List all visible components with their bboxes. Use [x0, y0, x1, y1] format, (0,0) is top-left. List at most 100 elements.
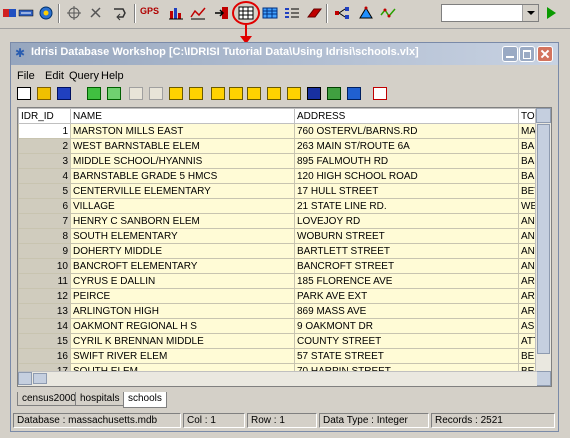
table-row[interactable]: 13 ARLINGTON HIGH 869 MASS AVE ARL: [18, 303, 547, 319]
table-cell[interactable]: BANCROFT ELEMENTARY: [70, 258, 295, 274]
table-cell[interactable]: LOVEJOY RD: [294, 213, 519, 229]
table-cell[interactable]: DOHERTY MIDDLE: [70, 243, 295, 259]
table-cell[interactable]: 16: [18, 348, 71, 364]
insert-record-icon[interactable]: [211, 87, 225, 100]
table-cell[interactable]: CYRIL K BRENNAN MIDDLE: [70, 333, 295, 349]
table-cell[interactable]: MIDDLE SCHOOL/HYANNIS: [70, 153, 295, 169]
column-header[interactable]: NAME: [70, 108, 295, 124]
table-cell[interactable]: 869 MASS AVE: [294, 303, 519, 319]
table-cell[interactable]: ARLINGTON HIGH: [70, 303, 295, 319]
table-row[interactable]: 6 VILLAGE 21 STATE LINE RD. WES: [18, 198, 547, 214]
scroll-down-icon[interactable]: [536, 371, 551, 386]
table-row[interactable]: 14 OAKMONT REGIONAL H S9 OAKMONT DR ASH: [18, 318, 547, 334]
save-icon[interactable]: [57, 87, 71, 100]
column-header[interactable]: ADDRESS: [294, 108, 519, 124]
post-edit-icon[interactable]: [247, 87, 261, 100]
table-row[interactable]: 8 SOUTH ELEMENTARY WOBURN STREET AND: [18, 228, 547, 244]
table-cell[interactable]: 6: [18, 198, 71, 214]
table-cell[interactable]: WOBURN STREET: [294, 228, 519, 244]
pan-tool-icon[interactable]: [88, 5, 104, 21]
table-cell[interactable]: PEIRCE: [70, 288, 295, 304]
table-cell[interactable]: WEST BARNSTABLE ELEM: [70, 138, 295, 154]
column-header[interactable]: IDR_ID: [18, 108, 71, 124]
network-icon[interactable]: [334, 5, 350, 21]
data-grid[interactable]: IDR_ID NAME ADDRESS TOV 1 MARSTON MILLS E…: [17, 107, 552, 387]
table-cell[interactable]: 11: [18, 273, 71, 289]
maximize-button[interactable]: [519, 46, 535, 62]
table-cell[interactable]: 760 OSTERVL/BARNS.RD: [294, 123, 519, 139]
horizontal-scrollbar[interactable]: [18, 371, 537, 386]
table-cell[interactable]: 9: [18, 243, 71, 259]
table-cell[interactable]: 120 HIGH SCHOOL ROAD: [294, 168, 519, 184]
menu-file[interactable]: File: [17, 70, 35, 82]
table-row[interactable]: 12 PEIRCE PARK AVE EXT ARL: [18, 288, 547, 304]
table-cell[interactable]: BARNSTABLE GRADE 5 HMCS: [70, 168, 295, 184]
table-cell[interactable]: OAKMONT REGIONAL H S: [70, 318, 295, 334]
table-cell[interactable]: PARK AVE EXT: [294, 288, 519, 304]
table-cell[interactable]: 17 HULL STREET: [294, 183, 519, 199]
tab-census2000[interactable]: census2000: [17, 392, 81, 406]
play-icon[interactable]: [547, 7, 556, 19]
table-cell[interactable]: 2: [18, 138, 71, 154]
refresh-icon[interactable]: [287, 87, 301, 100]
table-cell[interactable]: SWIFT RIVER ELEM: [70, 348, 295, 364]
table-cell[interactable]: CENTERVILLE ELEMENTARY: [70, 183, 295, 199]
digitize-line-icon[interactable]: [380, 5, 396, 21]
vertical-scrollbar[interactable]: [535, 108, 551, 386]
next-record-icon[interactable]: [169, 87, 183, 100]
table-cell[interactable]: 1: [18, 123, 71, 139]
table-cell[interactable]: CYRUS E DALLIN: [70, 273, 295, 289]
table-cell[interactable]: SOUTH ELEMENTARY: [70, 228, 295, 244]
table-row[interactable]: 2 WEST BARNSTABLE ELEM 263 MAIN ST/ROUTE 6…: [18, 138, 547, 154]
vector-layer-icon[interactable]: [18, 5, 34, 21]
table-row[interactable]: 4 BARNSTABLE GRADE 5 HMCS 120 HIGH SCHOOL …: [18, 168, 547, 184]
table-cell[interactable]: BANCROFT STREET: [294, 258, 519, 274]
digitize-polygon-icon[interactable]: [358, 5, 374, 21]
table-cell[interactable]: 8: [18, 228, 71, 244]
exit-icon[interactable]: [373, 87, 387, 100]
profile-icon[interactable]: [190, 5, 206, 21]
minimize-button[interactable]: [502, 46, 518, 62]
map-link-icon[interactable]: [107, 87, 121, 100]
delete-record-icon[interactable]: [229, 87, 243, 100]
tab-schools[interactable]: schools: [123, 392, 167, 408]
table-cell[interactable]: 10: [18, 258, 71, 274]
undo-zoom-icon[interactable]: [112, 5, 128, 21]
table-cell[interactable]: MARSTON MILLS EAST: [70, 123, 295, 139]
table-cell[interactable]: 5: [18, 183, 71, 199]
table-cell[interactable]: VILLAGE: [70, 198, 295, 214]
eraser-icon[interactable]: [306, 5, 322, 21]
table-cell[interactable]: 13: [18, 303, 71, 319]
table-cell[interactable]: BARTLETT STREET: [294, 243, 519, 259]
globe-icon[interactable]: [38, 5, 54, 21]
table-row[interactable]: 1 MARSTON MILLS EAST 760 OSTERVL/BARNS.RD M…: [18, 123, 547, 139]
menu-edit[interactable]: Edit: [45, 70, 64, 82]
chevron-down-icon[interactable]: [522, 5, 538, 21]
table-row[interactable]: 10 BANCROFT ELEMENTARY BANCROFT STREET AND: [18, 258, 547, 274]
table-cell[interactable]: COUNTY STREET: [294, 333, 519, 349]
table-row[interactable]: 7 HENRY C SANBORN ELEM LOVEJOY RD AND: [18, 213, 547, 229]
table-cell[interactable]: 263 MAIN ST/ROUTE 6A: [294, 138, 519, 154]
table-cell[interactable]: 57 STATE STREET: [294, 348, 519, 364]
previous-record-icon[interactable]: [149, 87, 163, 100]
tab-hospitals[interactable]: hospitals: [75, 392, 125, 406]
table-cell[interactable]: 185 FLORENCE AVE: [294, 273, 519, 289]
table-cell[interactable]: 3: [18, 153, 71, 169]
menu-query[interactable]: Query: [69, 70, 99, 82]
first-record-icon[interactable]: [129, 87, 143, 100]
table-row[interactable]: 9 DOHERTY MIDDLE BARTLETT STREET AND: [18, 243, 547, 259]
histogram-icon[interactable]: [168, 5, 184, 21]
layer-dropdown[interactable]: [441, 4, 539, 22]
close-button[interactable]: [537, 46, 553, 62]
open-folder-icon[interactable]: [37, 87, 51, 100]
scroll-left-icon[interactable]: [18, 372, 32, 385]
table-row[interactable]: 3 MIDDLE SCHOOL/HYANNIS 895 FALMOUTH RD BAR: [18, 153, 547, 169]
table-cell[interactable]: 9 OAKMONT DR: [294, 318, 519, 334]
table-row[interactable]: 11 CYRUS E DALLIN 185 FLORENCE AVE ARL: [18, 273, 547, 289]
gps-icon[interactable]: GPS: [140, 6, 160, 22]
window-titlebar[interactable]: ✱ Idrisi Database Workshop [C:\IDRISI Tu…: [11, 43, 558, 65]
new-file-icon[interactable]: [17, 87, 31, 100]
table-cell[interactable]: 895 FALMOUTH RD: [294, 153, 519, 169]
import-icon[interactable]: [214, 5, 230, 21]
link-icon[interactable]: [87, 87, 101, 100]
